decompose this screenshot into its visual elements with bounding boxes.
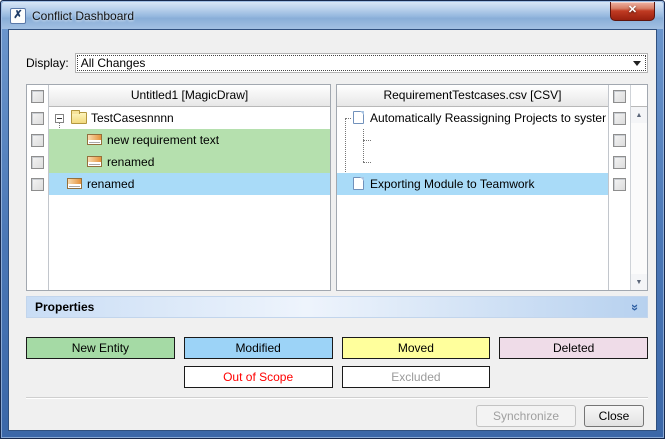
left-tree-body: TestCasesnnnn new requirement text renam… (49, 107, 330, 290)
collapse-expander-icon[interactable] (55, 114, 64, 123)
requirement-icon (87, 156, 102, 167)
chevron-down-icon[interactable] (633, 61, 641, 66)
close-icon: ✕ (628, 4, 637, 16)
display-label: Display: (26, 56, 69, 70)
tree-row-empty[interactable] (337, 129, 608, 151)
right-tree: RequirementTestcases.csv [CSV] Automatic… (337, 85, 608, 290)
scroll-up-icon[interactable]: ▲ (631, 107, 647, 123)
folder-icon (71, 112, 87, 124)
right-row-checkbox[interactable] (613, 134, 626, 147)
tree-row[interactable]: new requirement text (49, 129, 330, 151)
document-icon (353, 177, 364, 190)
right-panel-header: RequirementTestcases.csv [CSV] (337, 85, 608, 107)
legend-modified[interactable]: Modified (184, 337, 333, 359)
tree-row-label: Automatically Reassigning Projects to sy… (370, 107, 606, 129)
display-row: Display: All Changes (26, 53, 648, 73)
tree-row-label: TestCasesnnnn (91, 107, 328, 129)
tree-row-empty[interactable] (337, 151, 608, 173)
properties-section-header[interactable]: Properties » (26, 296, 648, 318)
close-button[interactable]: Close (584, 405, 644, 427)
right-row-checkbox[interactable] (613, 156, 626, 169)
footer: Synchronize Close (26, 405, 648, 427)
requirement-icon (67, 178, 82, 189)
app-icon-glyph: ✗ (13, 10, 22, 21)
tree-row-label: new requirement text (107, 129, 328, 151)
left-checkbox-column (27, 85, 49, 290)
right-source-panel: RequirementTestcases.csv [CSV] Automatic… (336, 84, 648, 291)
legend-excluded[interactable]: Excluded (342, 366, 491, 388)
footer-divider (26, 397, 648, 399)
legend-deleted[interactable]: Deleted (499, 337, 648, 359)
left-row-checkbox[interactable] (31, 112, 44, 125)
left-tree: Untitled1 [MagicDraw] TestCasesnnnn (49, 85, 330, 290)
legend-new-entity[interactable]: New Entity (26, 337, 175, 359)
window-title: Conflict Dashboard (32, 9, 134, 23)
properties-label: Properties (35, 300, 94, 314)
tree-row-label: renamed (87, 173, 328, 195)
dialog-content: Display: All Changes Untitled1 [MagicDra… (8, 29, 657, 431)
tree-row[interactable]: Automatically Reassigning Projects to sy… (337, 107, 608, 129)
right-tree-body: Automatically Reassigning Projects to sy… (337, 107, 608, 290)
right-row-checkbox[interactable] (613, 178, 626, 191)
legend: New Entity Modified Moved Deleted Out of… (26, 337, 648, 388)
left-select-all-checkbox[interactable] (31, 90, 44, 103)
left-row-checkbox[interactable] (31, 156, 44, 169)
tree-row-label: renamed (107, 151, 328, 173)
scroll-down-icon[interactable]: ▼ (631, 274, 647, 290)
magicdraw-app-icon: ✗ (10, 8, 26, 24)
title-bar: ✗ Conflict Dashboard ✕ (2, 2, 663, 29)
left-row-checkbox[interactable] (31, 178, 44, 191)
scrollbar-header-spacer (631, 85, 647, 107)
synchronize-button[interactable]: Synchronize (476, 405, 576, 427)
comparison-panels: Untitled1 [MagicDraw] TestCasesnnnn (26, 84, 648, 291)
tree-row[interactable]: renamed (49, 151, 330, 173)
tree-row[interactable]: TestCasesnnnn (49, 107, 330, 129)
legend-moved[interactable]: Moved (342, 337, 491, 359)
tree-row[interactable]: renamed (49, 173, 330, 195)
right-checkbox-column (608, 85, 630, 290)
display-filter-combobox[interactable]: All Changes (75, 53, 648, 73)
right-select-all-checkbox[interactable] (613, 90, 626, 103)
conflict-dashboard-dialog: ✗ Conflict Dashboard ✕ Display: All Chan… (0, 0, 665, 439)
document-icon (353, 111, 364, 124)
close-window-button[interactable]: ✕ (610, 2, 655, 21)
left-panel-header: Untitled1 [MagicDraw] (49, 85, 330, 107)
requirement-icon (87, 134, 102, 145)
combobox-value: All Changes (77, 55, 646, 71)
tree-row-label: Exporting Module to Teamwork (370, 173, 606, 195)
left-row-checkbox[interactable] (31, 134, 44, 147)
right-row-checkbox[interactable] (613, 112, 626, 125)
vertical-scrollbar[interactable]: ▲ ▼ (630, 85, 647, 290)
left-source-panel: Untitled1 [MagicDraw] TestCasesnnnn (26, 84, 331, 291)
tree-row[interactable]: Exporting Module to Teamwork (337, 173, 608, 195)
double-chevron-down-icon[interactable]: » (629, 303, 642, 310)
legend-out-of-scope[interactable]: Out of Scope (184, 366, 333, 388)
